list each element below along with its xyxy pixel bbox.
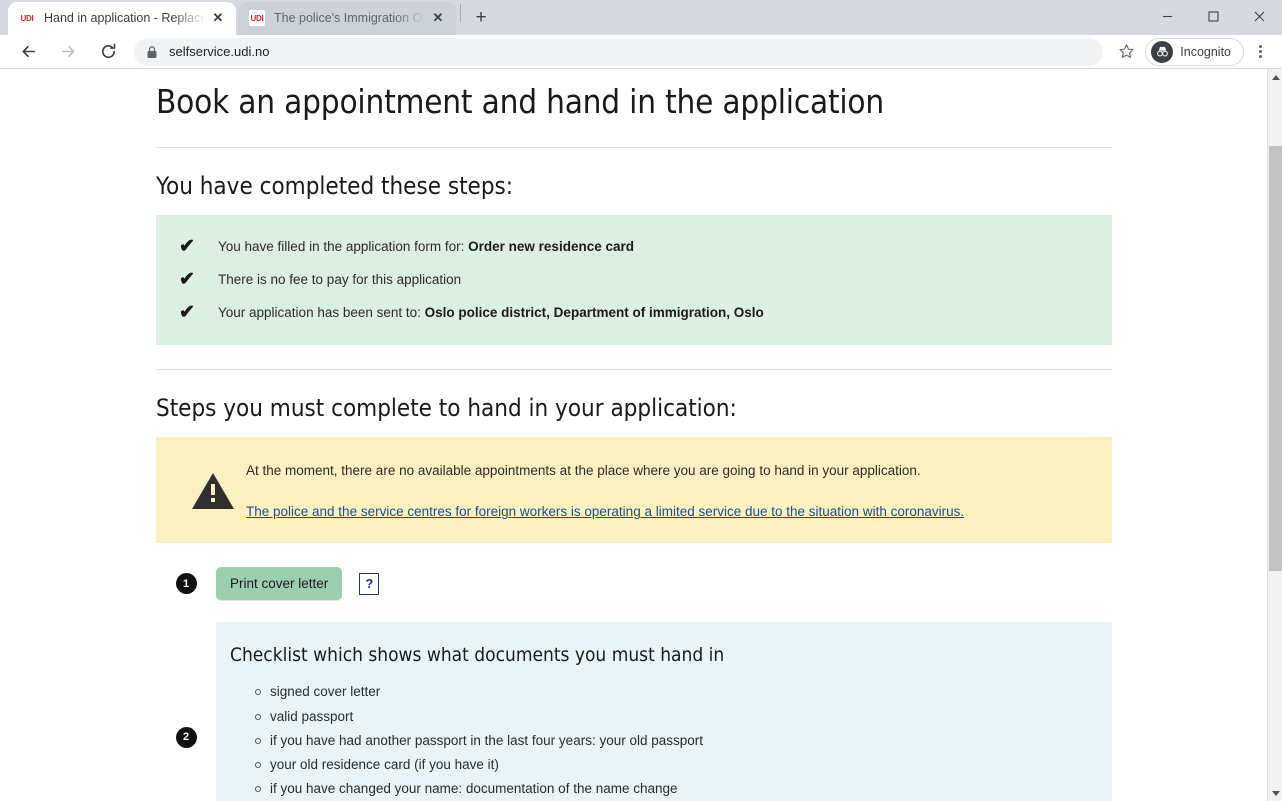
forward-button[interactable] xyxy=(53,37,83,67)
tab-strip: UDI Hand in application - Replace car ✕ … xyxy=(0,0,1282,35)
browser-tab-active[interactable]: UDI Hand in application - Replace car ✕ xyxy=(8,1,236,35)
scrollbar-thumb[interactable] xyxy=(1269,146,1282,572)
completed-step-text: Your application has been sent to: Oslo … xyxy=(218,301,764,323)
checklist-item: signed cover letter xyxy=(255,680,1112,704)
checklist-item: valid passport xyxy=(255,705,1112,729)
favicon-label: UDI xyxy=(20,13,34,23)
divider xyxy=(156,147,1112,149)
udi-favicon: UDI xyxy=(19,10,35,27)
warning-triangle-icon xyxy=(180,459,246,511)
incognito-label: Incognito xyxy=(1180,44,1231,59)
checklist-list: signed cover letter valid passport if yo… xyxy=(230,680,1112,801)
forward-arrow-icon xyxy=(61,45,75,58)
bookmark-star-icon[interactable] xyxy=(1111,37,1141,67)
address-bar-url: selfservice.udi.no xyxy=(169,44,270,60)
completed-steps-box: ✔ You have filled in the application for… xyxy=(156,215,1112,346)
back-button[interactable] xyxy=(13,37,43,67)
completed-step-emphasis: Oslo police district, Department of immi… xyxy=(424,304,764,320)
browser-menu-button[interactable] xyxy=(1246,37,1274,67)
page-content: Book an appointment and hand in the appl… xyxy=(156,69,1112,801)
close-tab-icon[interactable]: ✕ xyxy=(209,9,227,27)
new-tab-button[interactable]: + xyxy=(467,4,495,32)
checklist-item: if you have had another passport in the … xyxy=(255,729,1112,753)
warning-body: At the moment, there are no available ap… xyxy=(246,459,1088,521)
incognito-icon xyxy=(1151,40,1174,63)
steps-heading: Steps you must complete to hand in your … xyxy=(156,394,737,423)
completed-step-item: ✔ There is no fee to pay for this applic… xyxy=(156,268,1112,301)
completed-step-prefix: You have filled in the application form … xyxy=(218,239,469,255)
check-icon: ✔ xyxy=(179,301,195,323)
completed-step-item: ✔ Your application has been sent to: Osl… xyxy=(156,301,1112,326)
close-window-button[interactable] xyxy=(1236,0,1282,32)
completed-step-text: There is no fee to pay for this applicat… xyxy=(218,268,461,290)
close-tab-icon[interactable]: ✕ xyxy=(429,9,447,27)
print-cover-letter-button[interactable]: Print cover letter xyxy=(216,567,343,601)
checklist-title: Checklist which shows what documents you… xyxy=(230,644,725,667)
help-button[interactable]: ? xyxy=(359,572,380,595)
coronavirus-info-link[interactable]: The police and the service centres for f… xyxy=(246,504,964,519)
page-scrollbar[interactable] xyxy=(1267,69,1282,801)
warning-box: At the moment, there are no available ap… xyxy=(156,437,1112,544)
menu-dot xyxy=(1258,55,1262,59)
menu-dot xyxy=(1258,45,1262,49)
completed-step-prefix: Your application has been sent to: xyxy=(218,304,425,320)
udi-favicon: UDI xyxy=(249,10,265,27)
maximize-button[interactable] xyxy=(1190,0,1236,32)
tab-title: Hand in application - Replace car xyxy=(44,11,205,26)
favicon-label: UDI xyxy=(250,13,264,23)
checklist-box: Checklist which shows what documents you… xyxy=(216,622,1112,801)
browser-tab-inactive[interactable]: UDI The police's Immigration Office is ✕ xyxy=(238,1,456,35)
page-title: Book an appointment and hand in the appl… xyxy=(156,82,885,122)
tab-title: The police's Immigration Office is xyxy=(274,11,425,26)
step-number-badge: 1 xyxy=(175,573,197,595)
minimize-icon xyxy=(1162,15,1172,17)
web-page: Book an appointment and hand in the appl… xyxy=(0,69,1267,801)
browser-toolbar: selfservice.udi.no Incognito xyxy=(0,34,1282,70)
page-viewport: Book an appointment and hand in the appl… xyxy=(0,69,1282,801)
maximize-icon xyxy=(1207,10,1219,22)
completed-step-text: You have filled in the application form … xyxy=(218,235,634,257)
completed-step-item: ✔ You have filled in the application for… xyxy=(156,235,1112,268)
incognito-indicator[interactable]: Incognito xyxy=(1145,37,1244,66)
reload-icon xyxy=(101,43,115,59)
tab-separator xyxy=(460,4,461,23)
address-bar[interactable]: selfservice.udi.no xyxy=(134,37,1104,66)
checklist-item: if you have changed your name: documenta… xyxy=(255,777,1112,801)
step-1-badge-col: 1 xyxy=(156,573,216,595)
lock-icon xyxy=(146,45,158,59)
step-1-row: 1 Print cover letter ? xyxy=(156,567,1112,601)
check-icon: ✔ xyxy=(179,236,195,258)
back-arrow-icon xyxy=(21,45,35,58)
menu-dot xyxy=(1258,50,1262,54)
minimize-button[interactable] xyxy=(1144,0,1190,32)
check-icon: ✔ xyxy=(179,268,195,290)
step-number-badge: 2 xyxy=(175,726,197,748)
step-2-badge-col: 2 xyxy=(156,726,216,748)
checklist-item: your old residence card (if you have it) xyxy=(255,753,1112,777)
reload-button[interactable] xyxy=(93,37,123,67)
completed-steps-heading: You have completed these steps: xyxy=(156,172,514,201)
scroll-down-arrow-icon[interactable] xyxy=(1268,785,1282,801)
divider xyxy=(156,369,1112,371)
completed-step-emphasis: Order new residence card xyxy=(468,239,634,255)
close-icon xyxy=(1254,11,1264,21)
step-2-row: 2 Checklist which shows what documents y… xyxy=(156,622,1112,801)
completed-step-prefix: There is no fee to pay for this applicat… xyxy=(218,271,462,287)
warning-message: At the moment, there are no available ap… xyxy=(246,463,921,479)
browser-window: UDI Hand in application - Replace car ✕ … xyxy=(0,0,1282,801)
scroll-up-arrow-icon[interactable] xyxy=(1268,69,1282,85)
